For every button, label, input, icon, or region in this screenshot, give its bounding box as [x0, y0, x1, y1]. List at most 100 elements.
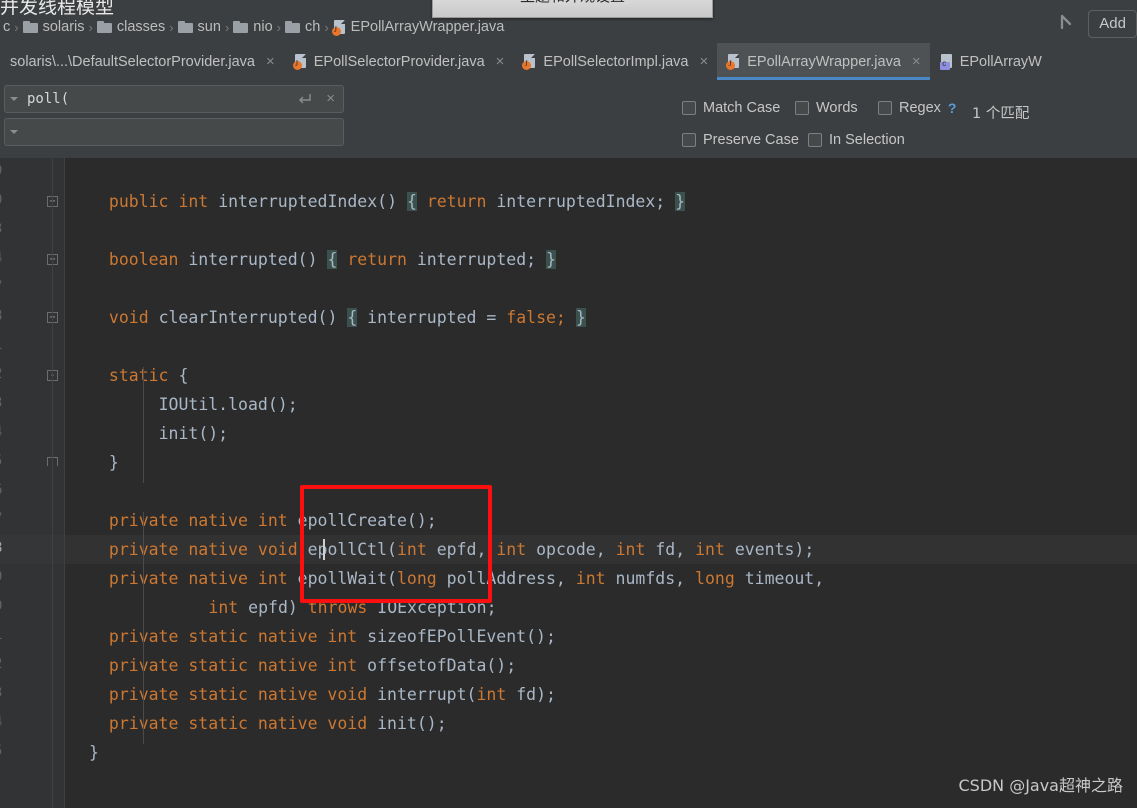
- line-number: 8: [0, 540, 2, 556]
- breadcrumb-item-ch[interactable]: ch: [282, 19, 323, 35]
- line-number: 2: [0, 366, 2, 382]
- code-token: }: [575, 308, 586, 327]
- code-line: public int interruptedIndex() { return i…: [109, 187, 686, 216]
- code-token: int: [615, 540, 656, 559]
- code-token: epfd): [248, 598, 308, 617]
- history-caret-icon[interactable]: [10, 97, 18, 101]
- gutter-line: 9: [0, 564, 65, 593]
- editor-tab-epollselectorimpl-java[interactable]: EPollSelectorImpl.java ×: [513, 43, 717, 80]
- gutter-line: 6: [0, 477, 65, 506]
- editor-tab-label: EPollSelectorProvider.java: [313, 53, 485, 70]
- regex-help-icon[interactable]: ?: [948, 100, 957, 116]
- editor-tab-epollarraywrapper-java[interactable]: EPollArrayWrapper.java ×: [717, 43, 931, 80]
- close-icon[interactable]: ×: [695, 53, 708, 70]
- breadcrumb-item-c[interactable]: c: [0, 19, 13, 35]
- option-words[interactable]: Words: [795, 100, 858, 116]
- code-content[interactable]: public int interruptedIndex() { return i…: [65, 158, 1137, 808]
- add-button[interactable]: Add: [1088, 10, 1137, 38]
- code-line: IOUtil.load();: [119, 390, 298, 419]
- code-token: }: [108, 453, 119, 472]
- breadcrumb-item-label: classes: [116, 19, 166, 35]
- in-selection-checkbox[interactable]: [808, 133, 822, 147]
- code-token: throws: [307, 598, 378, 617]
- code-token: private static native void: [108, 685, 378, 704]
- history-caret-icon[interactable]: [10, 130, 18, 134]
- gutter-line: 5: [0, 738, 65, 767]
- close-icon[interactable]: ×: [262, 53, 275, 70]
- new-line-icon[interactable]: [296, 90, 313, 111]
- code-token: }: [546, 250, 556, 269]
- gutter-line: 3: [0, 680, 65, 709]
- option-match-case[interactable]: Match Case: [682, 100, 780, 116]
- gutter-line: 7: [0, 274, 65, 303]
- code-token: {: [327, 250, 338, 269]
- editor-tab-epollselectorprovider-java[interactable]: EPollSelectorProvider.java ×: [284, 43, 514, 80]
- code-line: void clearInterrupted() { interrupted = …: [109, 303, 586, 332]
- replace-input[interactable]: [27, 124, 333, 140]
- in-selection-label: In Selection: [829, 132, 905, 148]
- code-token: IOException;: [377, 598, 497, 617]
- code-token: clearInterrupted(): [158, 308, 348, 327]
- breadcrumb-item-label: sun: [197, 19, 221, 35]
- editor-tab-solaris-defaultselectorprovider-java[interactable]: solaris\...\DefaultSelectorProvider.java…: [0, 43, 284, 80]
- line-number: 1: [0, 627, 2, 643]
- line-number: 4: [0, 250, 2, 266]
- search-field[interactable]: ×: [4, 85, 344, 113]
- code-token: {: [406, 192, 417, 211]
- option-regex[interactable]: Regex ?: [878, 100, 956, 116]
- replace-field[interactable]: [4, 118, 344, 146]
- gutter-line: 8: [0, 535, 65, 564]
- code-token: interrupt(: [377, 685, 477, 704]
- class-file-icon: [939, 54, 953, 70]
- search-input[interactable]: [27, 91, 287, 107]
- folder-icon: [177, 21, 193, 33]
- breadcrumb-item-nio[interactable]: nio: [230, 19, 275, 35]
- line-number: 6: [0, 482, 2, 498]
- code-token: return: [347, 250, 417, 269]
- code-token: private native int: [108, 569, 298, 588]
- words-checkbox[interactable]: [795, 101, 809, 115]
- code-token: private native int: [108, 511, 298, 530]
- line-number: 4: [0, 714, 2, 730]
- line-number: 5: [0, 743, 2, 759]
- breadcrumb-item-sun[interactable]: sun: [175, 19, 224, 35]
- clear-icon[interactable]: ×: [326, 90, 335, 107]
- code-editor[interactable]: 90+34+78+12-3456789012345 public int int…: [0, 158, 1137, 808]
- code-token: sizeofEPollEvent();: [367, 627, 556, 646]
- option-preserve-case[interactable]: Preserve Case: [682, 132, 799, 148]
- code-token: int: [695, 540, 735, 559]
- code-token: epollCreate();: [297, 511, 437, 530]
- java-file-icon: [331, 19, 346, 36]
- code-token: void: [108, 308, 159, 327]
- code-token: int: [178, 192, 219, 211]
- line-number: 9: [0, 163, 2, 179]
- code-line: private native void epollCtl(int epfd, i…: [109, 535, 814, 564]
- arrow-cursor-icon: [1056, 13, 1078, 35]
- code-token: }: [89, 743, 99, 762]
- indent-guide: [143, 367, 144, 483]
- line-number: 3: [0, 221, 2, 237]
- breadcrumb-right-controls: Add: [1056, 10, 1137, 38]
- code-token: epollCtl(: [307, 540, 397, 559]
- code-token: interruptedIndex(): [218, 192, 407, 211]
- option-in-selection[interactable]: In Selection: [808, 132, 905, 148]
- editor-gutter[interactable]: 90+34+78+12-3456789012345: [0, 158, 65, 808]
- regex-checkbox[interactable]: [878, 101, 892, 115]
- editor-tab-epollarrayw[interactable]: EPollArrayW: [930, 43, 1051, 80]
- code-line: static {: [109, 361, 188, 390]
- line-number: 1: [0, 337, 2, 353]
- code-line: private static native int offsetofData()…: [109, 651, 516, 680]
- match-case-checkbox[interactable]: [682, 101, 696, 115]
- close-icon[interactable]: ×: [908, 53, 921, 70]
- code-token: private static native int: [108, 627, 368, 646]
- code-token: int: [496, 540, 537, 559]
- close-icon[interactable]: ×: [492, 53, 505, 70]
- breadcrumb-item-classes[interactable]: classes: [94, 19, 168, 35]
- breadcrumb-item-epollarraywrapper-java[interactable]: EPollArrayWrapper.java: [330, 19, 508, 36]
- preserve-case-checkbox[interactable]: [682, 133, 696, 147]
- match-count: 1 个匹配: [972, 106, 1030, 122]
- breadcrumb-item-solaris[interactable]: solaris: [20, 19, 88, 35]
- breadcrumb-item-label: ch: [304, 19, 321, 35]
- code-token: {: [347, 308, 358, 327]
